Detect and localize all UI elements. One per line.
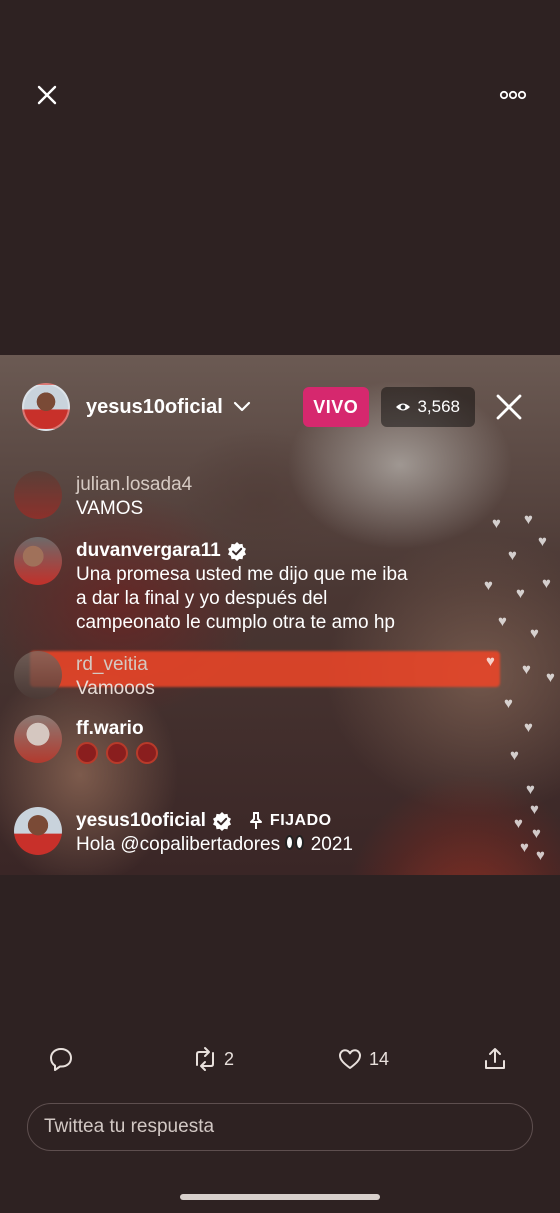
comment-text-line: Una promesa usted me dijo que me iba [76,564,408,585]
heart-icon: ♥ [486,653,495,670]
host-username[interactable]: yesus10oficial [86,396,223,419]
comment-text-row: Hola @copalibertadores 2021 [76,833,353,857]
live-badge: VIVO [302,387,369,427]
comment-text-line: a dar la final y yo después del [76,588,328,609]
heart-icon: ♥ [532,825,541,842]
heart-icon: ♥ [538,533,547,550]
reply-icon [50,1048,72,1071]
comment-username: yesus10oficial [76,810,206,831]
comment-username-row: yesus10oficial FIJADO [76,809,353,833]
share-button[interactable] [482,1046,508,1072]
comment-username-row: duvanvergara11 [76,539,408,563]
like-button[interactable]: 14 [337,1046,389,1072]
avatar [14,807,62,855]
heart-icon: ♥ [516,585,525,602]
comment-username: julian.losada4 [76,474,193,495]
comment-text: Hola @copalibertadores [76,834,281,856]
host-avatar[interactable] [22,383,70,431]
heart-icon: ♥ [530,801,539,818]
tweet-actions: 2 14 [0,1046,560,1086]
chevron-down-icon[interactable] [233,401,251,413]
heart-icon: ♥ [504,695,513,712]
comment-text: VAMOS [76,498,144,519]
close-live-icon[interactable] [493,391,525,423]
eye-icon [396,403,411,411]
live-comment: rd_veitia Vamooos [14,651,155,701]
live-header: yesus10oficial VIVO 3,568 [22,383,542,431]
heart-icon: ♥ [484,577,493,594]
more-icon[interactable] [498,82,528,108]
avatar [14,537,62,585]
live-video[interactable]: yesus10oficial VIVO 3,568 julian.losada4… [0,355,560,875]
reply-input[interactable]: Twittea tu respuesta [27,1103,533,1151]
floating-hearts: ♥ ♥ ♥ ♥ ♥ ♥ ♥ ♥ ♥ ♥ ♥ ♥ ♥ ♥ ♥ ♥ ♥ ♥ ♥ ♥ … [480,485,560,875]
avatar [14,471,62,519]
heart-icon: ♥ [510,747,519,764]
heart-icon: ♥ [530,625,539,642]
heart-icon: ♥ [542,575,551,592]
heart-icon: ♥ [546,669,555,686]
heart-icon: ♥ [536,847,545,864]
share-icon [485,1048,505,1069]
avatar [14,715,62,763]
reply-button[interactable] [48,1046,74,1072]
devil-emoji-icon [106,741,128,764]
comment-text: Vamooos [76,678,155,699]
heart-icon: ♥ [520,839,529,856]
close-icon[interactable] [32,80,62,110]
comment-emojis [76,741,166,765]
devil-emoji-icon [136,741,158,764]
heart-icon: ♥ [526,781,535,798]
devil-emoji-icon [76,741,98,764]
live-comment: julian.losada4 VAMOS [14,471,192,521]
pin-icon [249,812,262,829]
home-indicator[interactable] [180,1194,380,1200]
like-icon [339,1049,361,1069]
heart-icon: ♥ [524,719,533,736]
heart-icon: ♥ [492,515,501,532]
viewer-count-badge: 3,568 [380,387,475,427]
retweet-count: 2 [224,1048,235,1069]
verified-icon [227,542,246,561]
eyes-emoji-icon [285,833,305,857]
like-count: 14 [369,1048,390,1069]
verified-icon [212,812,231,831]
pinned-comment: yesus10oficial FIJADO Hola @copalibertad… [14,807,353,857]
comment-username: rd_veitia [76,654,148,675]
heart-icon: ♥ [514,815,523,832]
avatar [14,651,62,699]
pinned-label: FIJADO [269,812,332,829]
comment-year: 2021 [310,834,353,856]
comment-username: duvanvergara11 [76,540,221,561]
reply-placeholder: Twittea tu respuesta [44,1116,215,1137]
comment-text-line: campeonato le cumplo otra te amo hp [76,612,395,633]
retweet-icon [196,1047,214,1071]
heart-icon: ♥ [524,511,533,528]
comment-username: ff.wario [76,718,144,739]
live-comment: duvanvergara11 Una promesa usted me dijo… [14,537,408,635]
retweet-button[interactable]: 2 [192,1046,234,1072]
viewer-count: 3,568 [417,397,461,416]
heart-icon: ♥ [498,613,507,630]
heart-icon: ♥ [522,661,531,678]
live-comment: ff.wario [14,715,166,765]
heart-icon: ♥ [508,547,517,564]
